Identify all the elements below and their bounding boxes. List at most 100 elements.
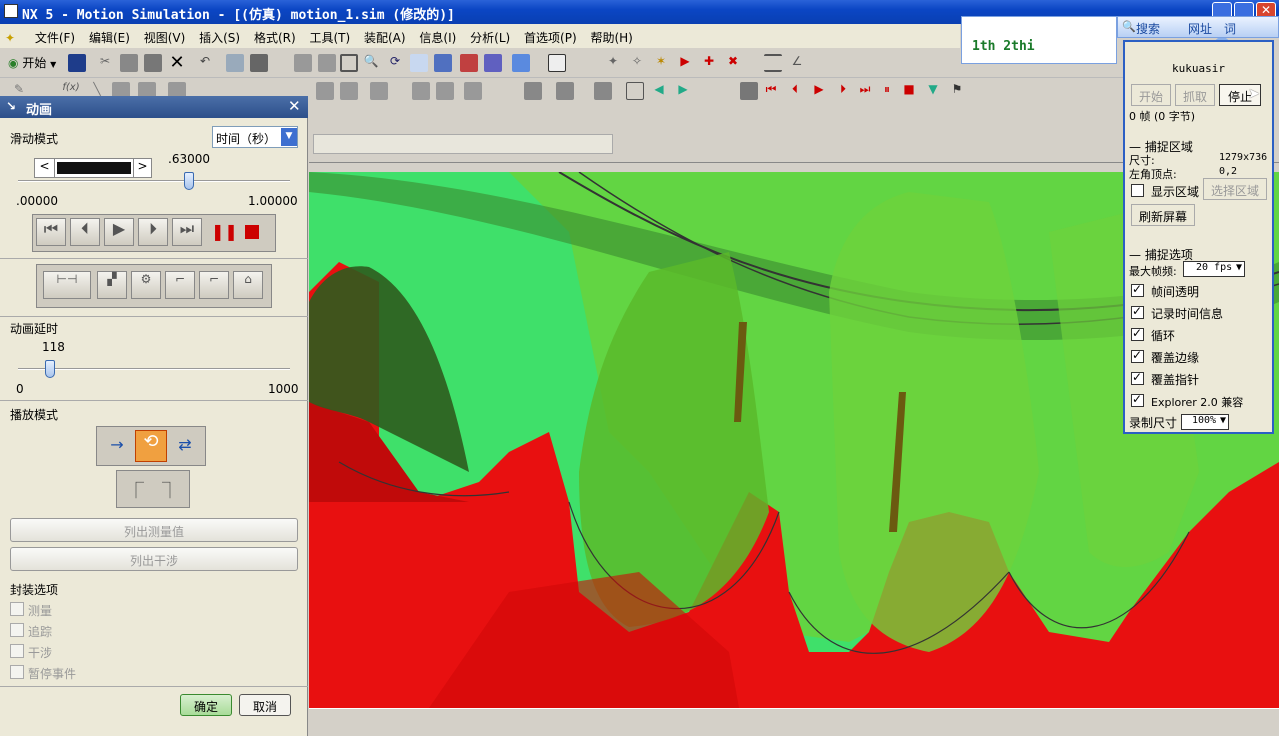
angle-icon[interactable]: ∠ — [788, 54, 806, 72]
chevron-down-icon[interactable]: ▼ — [281, 128, 297, 146]
loop-icon[interactable]: ⟲ — [135, 430, 167, 462]
last-frame-icon[interactable]: ⏭ — [856, 82, 874, 100]
prev-frame-icon[interactable]: ⏴ — [786, 82, 804, 100]
pin-icon[interactable]: ↘ — [6, 99, 16, 113]
sim-icon[interactable] — [524, 82, 542, 100]
cancel-button[interactable]: 取消 — [239, 694, 291, 716]
stop-icon[interactable] — [245, 225, 259, 239]
finish-flag-icon[interactable]: ⚑ — [948, 82, 966, 100]
select-icon[interactable] — [226, 54, 244, 72]
play-button[interactable]: ▶ — [104, 218, 134, 246]
option-checkbox[interactable] — [1131, 326, 1144, 341]
rec-capture-button[interactable]: 抓取 — [1175, 84, 1215, 106]
menu-info[interactable]: 信息(I) — [414, 24, 461, 48]
image-icon[interactable] — [410, 54, 428, 72]
view2-icon[interactable] — [318, 54, 336, 72]
motion2-icon[interactable] — [340, 82, 358, 100]
motion4-icon[interactable] — [412, 82, 430, 100]
menu-assembly[interactable]: 装配(A) — [359, 24, 411, 48]
snap5-icon[interactable]: ✚ — [700, 54, 718, 72]
pause-icon[interactable]: ❚❚ — [211, 222, 238, 244]
step-back-button[interactable]: ⏴ — [70, 218, 100, 246]
cut-icon[interactable]: ✂ — [96, 54, 114, 72]
delay-slider-thumb[interactable] — [45, 360, 56, 378]
snap6-icon[interactable]: ✖ — [724, 54, 742, 72]
motion6-icon[interactable] — [464, 82, 482, 100]
link-icon[interactable]: ⎾ — [123, 477, 149, 503]
fit-icon[interactable] — [340, 54, 358, 72]
trace-checkbox[interactable] — [10, 623, 24, 637]
menu-analysis[interactable]: 分析(L) — [465, 24, 515, 48]
time-slider-thumb[interactable] — [184, 172, 195, 190]
anim-icon[interactable] — [740, 82, 758, 100]
step-forward-button[interactable]: ⏵ — [138, 218, 168, 246]
refresh-screen-button[interactable]: 刷新屏幕 — [1131, 204, 1195, 226]
menu-insert[interactable]: 插入(S) — [194, 24, 245, 48]
menu-icon[interactable]: ✦ — [0, 26, 26, 50]
layout-icon[interactable] — [548, 54, 566, 72]
render-icon[interactable] — [250, 54, 268, 72]
measure-tool-button[interactable]: ⊢⊣ — [43, 271, 91, 299]
menu-tools[interactable]: 工具(T) — [304, 24, 355, 48]
menu-file[interactable]: 文件(F) — [30, 24, 80, 48]
list-interference-button[interactable]: 列出干涉 — [10, 547, 298, 571]
last-frame-button[interactable]: ⏭ — [172, 218, 202, 246]
motion3-icon[interactable] — [370, 82, 388, 100]
snap2-icon[interactable]: ✧ — [628, 54, 646, 72]
sim3-icon[interactable] — [594, 82, 612, 100]
scroll-right-icon[interactable]: > — [133, 159, 151, 177]
list-measure-button[interactable]: 列出测量值 — [10, 518, 298, 542]
motion-icon[interactable] — [316, 82, 334, 100]
copy-icon[interactable] — [120, 54, 138, 72]
cube-icon[interactable] — [512, 54, 530, 72]
camera-icon[interactable] — [434, 54, 452, 72]
measure-checkbox[interactable] — [10, 602, 24, 616]
pause-event-checkbox[interactable] — [10, 665, 24, 679]
tool4-button[interactable]: ⌐ — [199, 271, 229, 299]
snap-icon[interactable]: ✦ — [604, 54, 622, 72]
show-area-checkbox[interactable] — [1131, 184, 1144, 197]
scroll-thumb[interactable] — [57, 162, 131, 174]
slide-mode-select[interactable]: 时间（秒） ▼ — [212, 126, 298, 148]
undo-icon[interactable]: ↶ — [196, 54, 214, 72]
bounce-icon[interactable]: ⇄ — [173, 435, 197, 459]
zoom-icon[interactable]: 🔍 — [362, 54, 380, 72]
ok-button[interactable]: 确定 — [180, 694, 232, 716]
option-checkbox[interactable] — [1131, 370, 1144, 385]
render-mode2-icon[interactable] — [484, 54, 502, 72]
snap4-icon[interactable]: ▶ — [676, 54, 694, 72]
link2-icon[interactable]: ⏋ — [157, 477, 183, 503]
interference-button[interactable]: ⚙ — [131, 271, 161, 299]
view-icon[interactable] — [294, 54, 312, 72]
time-slider-track[interactable] — [18, 180, 290, 182]
option-checkbox[interactable] — [1131, 392, 1144, 407]
rotate-icon[interactable]: ⟳ — [386, 54, 404, 72]
sim2-icon[interactable] — [556, 82, 574, 100]
option-checkbox[interactable] — [1131, 282, 1144, 297]
rec-start-button[interactable]: 开始 — [1131, 84, 1171, 106]
play-icon[interactable]: ▶ — [810, 82, 828, 100]
chevron-down-icon[interactable]: ▼ — [924, 82, 942, 100]
pause-icon[interactable]: ⏸ — [878, 82, 896, 100]
first-frame-icon[interactable]: ⏮ — [762, 82, 780, 100]
word-button[interactable]: 词 — [1224, 20, 1236, 37]
menu-edit[interactable]: 编辑(E) — [84, 24, 135, 48]
arrow-left-icon[interactable]: ◀ — [650, 82, 668, 100]
search-button[interactable]: 搜索 — [1136, 20, 1160, 37]
menu-help[interactable]: 帮助(H) — [585, 24, 637, 48]
snap3-icon[interactable]: ✶ — [652, 54, 670, 72]
play-once-icon[interactable]: → — [105, 435, 129, 459]
paste-icon[interactable] — [144, 54, 162, 72]
option-checkbox[interactable] — [1131, 348, 1144, 363]
render-mode-icon[interactable] — [460, 54, 478, 72]
next-frame-icon[interactable]: ⏵ — [834, 82, 852, 100]
sim4-icon[interactable] — [626, 82, 644, 100]
menu-view[interactable]: 视图(V) — [139, 24, 191, 48]
rec-size-select[interactable]: 100% ▼ — [1181, 414, 1229, 430]
option-checkbox[interactable] — [1131, 304, 1144, 319]
tool3-button[interactable]: ⌐ — [165, 271, 195, 299]
first-frame-button[interactable]: ⏮ — [36, 218, 66, 246]
select-area-button[interactable]: 选择区域 — [1203, 178, 1267, 200]
motion5-icon[interactable] — [436, 82, 454, 100]
start-button[interactable]: ◉ 开始 ▼ — [8, 54, 56, 72]
